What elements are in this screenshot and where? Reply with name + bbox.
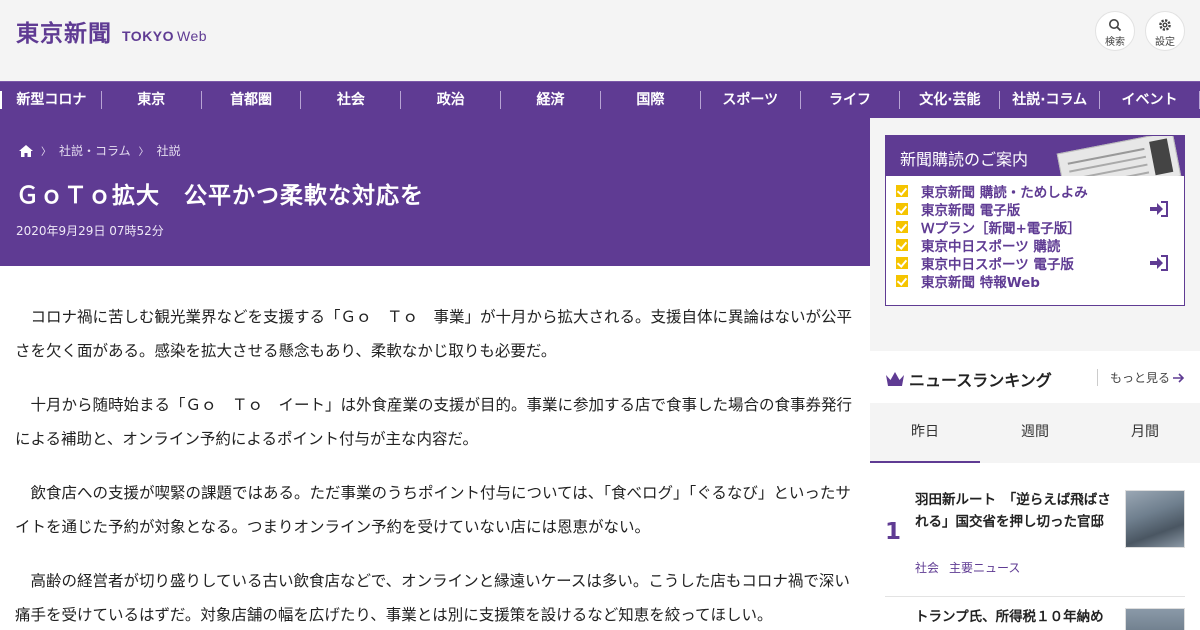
subscription-header: 新聞購読のご案内: [886, 136, 1184, 176]
sidebar: 新聞購読のご案内 東京新聞 購読・ためしよみ 東京新聞 電子版 Ｗプラン［新聞+…: [870, 118, 1200, 630]
tag-main-news[interactable]: 主要ニュース: [949, 561, 1020, 575]
nav-item-life[interactable]: ライフ: [799, 91, 900, 109]
checkbox-icon: [896, 275, 908, 287]
article-paragraph: 十月から随時始まる「Ｇｏ Ｔｏ イート」は外食産業の支援が目的。事業に参加する店…: [15, 396, 853, 448]
nav-item-society[interactable]: 社会: [300, 91, 400, 109]
logo-en-text: TOKYO: [122, 28, 175, 44]
logo-en: TOKYO Web: [122, 28, 207, 44]
tab-monthly[interactable]: 月間: [1090, 403, 1200, 463]
subscription-title: 新聞購読のご案内: [900, 150, 1029, 169]
article-header: 〉 社説・コラム 〉 社説 ＧｏＴｏ拡大 公平かつ柔軟な対応を 2020年9月2…: [0, 118, 870, 266]
logo-web-text: Web: [177, 28, 208, 44]
subscription-item-label: 東京新聞 購読・ためしよみ: [921, 185, 1088, 201]
ranking-item-title[interactable]: トランプ氏、所得税１０年納め: [915, 606, 1113, 628]
logo-jp: 東京新聞: [16, 20, 112, 47]
ranking-thumbnail[interactable]: [1125, 490, 1185, 548]
breadcrumb-separator: 〉: [138, 147, 149, 158]
login-icon[interactable]: [1150, 255, 1168, 271]
tag-society[interactable]: 社会: [915, 561, 939, 575]
subscription-list: 東京新聞 購読・ためしよみ 東京新聞 電子版 Ｗプラン［新聞+電子版］ 東京中日…: [886, 176, 1184, 291]
article-date: 2020年9月29日 07時52分: [16, 224, 164, 238]
newspaper-icon: [1056, 136, 1182, 176]
settings-button[interactable]: 設定: [1145, 11, 1185, 51]
tab-weekly[interactable]: 週間: [980, 403, 1090, 463]
search-label: 検索: [1105, 37, 1125, 48]
ranking-more-link[interactable]: もっと見る: [1096, 369, 1185, 386]
nav-item-international[interactable]: 国際: [599, 91, 700, 109]
site-header: 東京新聞 TOKYO Web 検索 設定: [0, 0, 1200, 81]
gear-icon: [1159, 19, 1171, 31]
article-paragraph: 飲食店への支援が喫緊の課題ではある。ただ事業のうちポイント付与については、「食べ…: [15, 484, 851, 536]
subscription-item[interactable]: Ｗプラン［新聞+電子版］: [886, 218, 1184, 237]
subscription-box: 新聞購読のご案内 東京新聞 購読・ためしよみ 東京新聞 電子版 Ｗプラン［新聞+…: [885, 135, 1185, 306]
breadcrumb-item-editorial-column[interactable]: 社説・コラム: [59, 142, 131, 159]
nav-item-economy[interactable]: 経済: [500, 91, 600, 109]
settings-label: 設定: [1155, 37, 1175, 48]
ranking-header: ニュースランキング もっと見る: [885, 367, 1185, 391]
checkbox-icon: [896, 185, 908, 197]
site-logo[interactable]: 東京新聞 TOKYO Web: [16, 14, 207, 48]
checkbox-icon: [896, 257, 908, 269]
ranking-title: ニュースランキング: [909, 371, 1052, 390]
subscription-item[interactable]: 東京新聞 特報Web: [886, 272, 1184, 291]
article-paragraph: コロナ禍に苦しむ観光業界などを支援する「Ｇｏ Ｔｏ 事業」が十月から拡大される。…: [15, 308, 853, 360]
ranking-item-title[interactable]: 羽田新ルート 「逆らえば飛ばされる」国交省を押し切った官邸: [915, 489, 1113, 533]
subscription-item[interactable]: 東京新聞 購読・ためしよみ: [886, 182, 1184, 201]
subscription-item-label: 東京中日スポーツ 電子版: [921, 257, 1074, 273]
home-icon[interactable]: [19, 144, 33, 157]
nav-item-sports[interactable]: スポーツ: [699, 91, 800, 109]
category-nav: 新型コロナ 東京 首都圏 社会 政治 経済 国際 スポーツ ライフ 文化·芸能 …: [0, 81, 1200, 118]
tab-yesterday[interactable]: 昨日: [870, 403, 980, 463]
crown-icon: [886, 372, 904, 386]
checkbox-icon: [896, 239, 908, 251]
subscription-item-label: 東京中日スポーツ 購読: [921, 239, 1061, 255]
nav-item-events[interactable]: イベント: [1099, 91, 1200, 109]
subscription-item[interactable]: 東京中日スポーツ 電子版: [886, 254, 1184, 273]
ranking-item-tags: 社会 主要ニュース: [915, 559, 1030, 576]
article-title: ＧｏＴｏ拡大 公平かつ柔軟な対応を: [16, 183, 424, 209]
nav-item-politics[interactable]: 政治: [400, 91, 500, 109]
ranking-thumbnail[interactable]: [1125, 608, 1185, 630]
subscription-item[interactable]: 東京中日スポーツ 購読: [886, 236, 1184, 255]
divider: [885, 596, 1185, 597]
article-body: コロナ禍に苦しむ観光業界などを支援する「Ｇｏ Ｔｏ 事業」が十月から拡大される。…: [15, 300, 855, 630]
news-ranking: ニュースランキング もっと見る 昨日 週間 月間 1 羽田新ルート 「逆らえば飛…: [870, 351, 1200, 630]
breadcrumb-item-editorial[interactable]: 社説: [157, 142, 181, 159]
subscription-item-label: Ｗプラン［新聞+電子版］: [921, 221, 1081, 237]
ranking-tabs: 昨日 週間 月間: [870, 403, 1200, 463]
article-paragraph: 高齢の経営者が切り盛りしている古い飲食店などで、オンラインと縁遠いケースは多い。…: [15, 572, 850, 624]
subscription-item-label: 東京新聞 電子版: [921, 203, 1021, 219]
checkbox-icon: [896, 221, 908, 233]
breadcrumb-separator: 〉: [41, 147, 51, 158]
login-icon[interactable]: [1150, 201, 1168, 217]
ranking-number: 1: [885, 519, 902, 545]
ranking-more-label: もっと見る: [1109, 371, 1170, 385]
nav-item-editorial[interactable]: 社説·コラム: [999, 91, 1099, 109]
search-icon: [1109, 19, 1122, 32]
subscription-item[interactable]: 東京新聞 電子版: [886, 200, 1184, 219]
nav-item-metro[interactable]: 首都圏: [200, 91, 301, 109]
nav-item-tokyo[interactable]: 東京: [100, 91, 201, 109]
search-button[interactable]: 検索: [1095, 11, 1135, 51]
arrow-right-icon: [1173, 372, 1185, 383]
checkbox-icon: [896, 203, 908, 215]
breadcrumb: 〉 社説・コラム 〉 社説: [19, 142, 181, 159]
subscription-item-label: 東京新聞 特報Web: [921, 275, 1040, 291]
nav-item-culture[interactable]: 文化·芸能: [899, 91, 999, 109]
nav-item-corona[interactable]: 新型コロナ: [0, 91, 101, 109]
